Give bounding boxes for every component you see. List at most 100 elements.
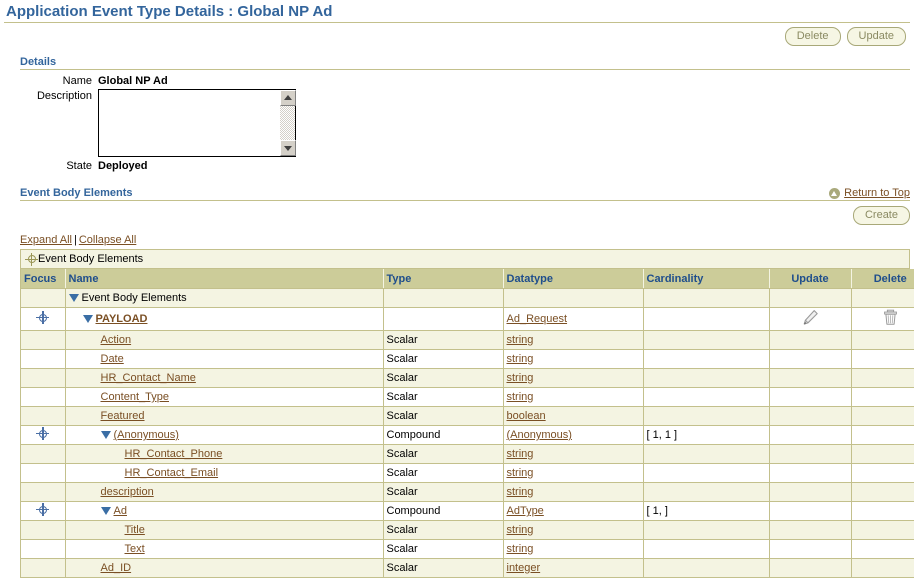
col-header-update: Update (769, 269, 852, 289)
scroll-down-icon[interactable] (280, 140, 296, 156)
cell-update (769, 463, 852, 483)
element-name-label[interactable]: Text (125, 543, 145, 555)
element-name-label[interactable]: Date (101, 353, 124, 365)
datatype-link[interactable]: string (507, 467, 534, 479)
description-scrollbar[interactable] (279, 90, 296, 156)
cell-delete[interactable] (851, 307, 914, 331)
cell-delete (851, 406, 914, 426)
scrollbar-track[interactable] (280, 106, 295, 140)
cell-focus (21, 288, 66, 308)
element-name-label[interactable]: HR_Contact_Email (125, 467, 219, 479)
locator-bar: Event Body Elements (20, 249, 910, 268)
cell-focus (21, 368, 66, 388)
element-name-label[interactable]: Title (125, 524, 145, 536)
update-button[interactable]: Update (846, 27, 906, 46)
cell-focus (21, 482, 66, 502)
focus-crosshair-icon[interactable] (36, 427, 50, 440)
cell-cardinality (643, 387, 770, 407)
expander-triangle-down-icon[interactable] (82, 315, 93, 323)
cell-type: Scalar (383, 463, 504, 483)
element-name-label[interactable]: Featured (101, 410, 145, 422)
element-name-label[interactable]: HR_Contact_Name (101, 372, 196, 384)
delete-trash-icon[interactable] (883, 309, 898, 329)
cell-name: Content_Type (65, 387, 384, 407)
cell-type: Scalar (383, 520, 504, 540)
cell-cardinality (643, 520, 770, 540)
cell-focus[interactable] (21, 501, 66, 521)
cell-type: Scalar (383, 482, 504, 502)
delete-button[interactable]: Delete (784, 27, 841, 46)
table-body: Event Body Elements PAYLOAD Ad_Request Acti… (21, 288, 914, 578)
element-name-label[interactable]: description (101, 486, 154, 498)
expand-all-link[interactable]: Expand All (20, 234, 72, 246)
element-name-label[interactable]: (Anonymous) (114, 429, 179, 441)
focus-crosshair-icon[interactable] (36, 503, 50, 516)
datatype-link[interactable]: integer (507, 562, 541, 574)
datatype-link[interactable]: AdType (507, 505, 544, 517)
table-row: Ad Compound AdType [ 1, ] (21, 501, 914, 521)
table-row: (Anonymous) Compound (Anonymous)[ 1, 1 ] (21, 425, 914, 445)
cell-name: description (65, 482, 384, 502)
cell-delete (851, 558, 914, 578)
expander-triangle-down-icon[interactable] (100, 507, 111, 515)
expander-triangle-down-icon[interactable] (100, 431, 111, 439)
cell-update (769, 288, 852, 308)
datatype-link[interactable]: string (507, 448, 534, 460)
state-label: State (66, 160, 92, 172)
cell-type (383, 288, 504, 308)
table-row: HR_Contact_Email Scalar string (21, 463, 914, 483)
datatype-link[interactable]: string (507, 524, 534, 536)
cell-update (769, 539, 852, 559)
collapse-all-link[interactable]: Collapse All (79, 234, 136, 246)
element-name-label[interactable]: Action (101, 334, 132, 346)
locator-label: Event Body Elements (38, 253, 144, 265)
update-pencil-icon[interactable] (802, 309, 819, 329)
cell-datatype: string (503, 368, 644, 388)
return-to-top-label[interactable]: Return to Top (844, 187, 910, 199)
cell-datatype: (Anonymous) (503, 425, 644, 445)
description-textarea[interactable] (98, 89, 296, 157)
expander-triangle-down-icon[interactable] (68, 294, 79, 302)
datatype-link[interactable]: string (507, 391, 534, 403)
datatype-link[interactable]: string (507, 372, 534, 384)
cell-type: Scalar (383, 368, 504, 388)
col-header-type: Type (383, 269, 504, 289)
cell-cardinality (643, 288, 770, 308)
datatype-link[interactable]: string (507, 543, 534, 555)
cell-delete (851, 288, 914, 308)
cell-datatype: boolean (503, 406, 644, 426)
return-to-top-icon (829, 187, 841, 199)
create-button[interactable]: Create (852, 206, 910, 225)
cell-name: (Anonymous) (65, 425, 384, 445)
element-name-label[interactable]: Ad (114, 505, 127, 517)
datatype-link[interactable]: boolean (507, 410, 546, 422)
return-to-top[interactable]: Return to Top (829, 187, 910, 200)
state-value: Deployed (98, 160, 148, 172)
cell-focus (21, 539, 66, 559)
datatype-link[interactable]: string (507, 486, 534, 498)
element-name-label[interactable]: Ad_ID (101, 562, 132, 574)
cell-update[interactable] (769, 307, 852, 331)
cell-delete (851, 368, 914, 388)
focus-crosshair-icon[interactable] (36, 311, 50, 324)
datatype-link[interactable]: Ad_Request (507, 313, 568, 325)
cell-focus (21, 558, 66, 578)
datatype-link[interactable]: (Anonymous) (507, 429, 572, 441)
datatype-link[interactable]: string (507, 334, 534, 346)
cell-name: HR_Contact_Email (65, 463, 384, 483)
cell-delete (851, 463, 914, 483)
cell-focus[interactable] (21, 307, 66, 331)
cell-update (769, 444, 852, 464)
scroll-up-icon[interactable] (280, 90, 296, 106)
cell-type (383, 307, 504, 331)
cell-focus[interactable] (21, 425, 66, 445)
element-name-label[interactable]: HR_Contact_Phone (125, 448, 223, 460)
page-header: Application Event Type Details : Global … (0, 0, 914, 20)
details-heading: Details (20, 56, 57, 68)
datatype-link[interactable]: string (507, 353, 534, 365)
event-body-heading-row: Event Body Elements Return to Top (20, 187, 910, 200)
cell-datatype: string (503, 387, 644, 407)
element-name-label[interactable]: PAYLOAD (96, 313, 148, 325)
element-name-label[interactable]: Content_Type (101, 391, 170, 403)
cell-update (769, 387, 852, 407)
